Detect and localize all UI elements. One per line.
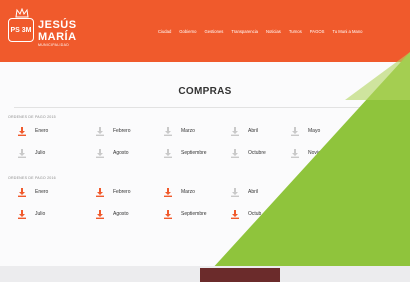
brand-logo[interactable]: JESÚS MARÍA MUNICIPALIDAD bbox=[38, 20, 77, 48]
month-label: Agosto bbox=[113, 211, 129, 217]
download-icon bbox=[18, 148, 26, 158]
month-label: Octubre bbox=[248, 150, 266, 156]
file-row: Enero Febrero Marzo Abril Mayo bbox=[6, 123, 396, 139]
seal-text: PS 3M bbox=[10, 26, 32, 34]
file-row: Julio Agosto Septiembre Octubre Noviem bbox=[6, 145, 396, 161]
download-icon bbox=[164, 187, 172, 197]
month-link[interactable]: Marzo bbox=[164, 123, 195, 139]
browser-screen: PS 3M JESÚS MARÍA MUNICIPALIDAD Ciudad G… bbox=[0, 0, 410, 266]
download-icon bbox=[231, 126, 239, 136]
month-link[interactable]: Marzo bbox=[164, 184, 195, 200]
month-link[interactable]: Noviem bbox=[291, 145, 325, 161]
site-header: PS 3M JESÚS MARÍA MUNICIPALIDAD Ciudad G… bbox=[0, 0, 410, 62]
download-icon bbox=[96, 187, 104, 197]
download-icon bbox=[18, 187, 26, 197]
nav-item-noticias[interactable]: Noticias bbox=[266, 29, 281, 34]
month-label: Marzo bbox=[181, 128, 195, 134]
page-title: COMPRAS bbox=[178, 86, 232, 97]
download-icon bbox=[231, 209, 239, 219]
month-label: Agosto bbox=[113, 150, 129, 156]
month-link[interactable]: Abril bbox=[231, 184, 258, 200]
nav-item-turnos[interactable]: Turnos bbox=[289, 29, 302, 34]
bottom-dark-block bbox=[200, 268, 280, 282]
nav-item-tu-muni-a-mano[interactable]: Tu Muni a Mano bbox=[332, 29, 362, 34]
month-label: Abril bbox=[248, 128, 259, 134]
month-label: Abril bbox=[248, 189, 259, 195]
nav-item-ciudad[interactable]: Ciudad bbox=[158, 29, 171, 34]
file-row: Enero Febrero Marzo Abril bbox=[6, 184, 396, 200]
crown-icon bbox=[15, 8, 29, 18]
month-label: Octub bbox=[248, 211, 262, 217]
download-icon bbox=[231, 148, 239, 158]
month-link[interactable]: Octubre bbox=[231, 145, 266, 161]
nav-item-transparencia[interactable]: Transparencia bbox=[231, 29, 258, 34]
brand-line-1: JESÚS bbox=[38, 19, 77, 31]
month-label: Julio bbox=[35, 150, 46, 156]
download-icon bbox=[164, 126, 172, 136]
brand-line-2: MARÍA bbox=[38, 31, 77, 43]
month-label: Septiembre bbox=[181, 150, 207, 156]
month-link[interactable]: Febrero bbox=[96, 184, 131, 200]
section-label: ORDENES DE PAGO 2016 bbox=[8, 176, 56, 180]
month-label: Enero bbox=[35, 189, 49, 195]
month-label: Mayo bbox=[308, 128, 321, 134]
download-icon bbox=[291, 126, 299, 136]
nav-item-gestiones[interactable]: Gestiones bbox=[205, 29, 224, 34]
download-icon bbox=[96, 126, 104, 136]
month-link[interactable]: Agosto bbox=[96, 145, 129, 161]
brand-line-3: MUNICIPALIDAD bbox=[38, 43, 70, 47]
month-label: Febrero bbox=[113, 128, 131, 134]
file-row: Julio Agosto Septiembre Octub bbox=[6, 206, 396, 222]
download-icon bbox=[231, 187, 239, 197]
month-link[interactable]: Febrero bbox=[96, 123, 131, 139]
nav-item-pagos[interactable]: PAGOS bbox=[310, 29, 325, 34]
download-icon bbox=[164, 209, 172, 219]
download-icon bbox=[96, 148, 104, 158]
month-link[interactable]: Agosto bbox=[96, 206, 129, 222]
section-label: ORDENES DE PAGO 2015 bbox=[8, 115, 56, 119]
download-icon bbox=[96, 209, 104, 219]
month-label: Febrero bbox=[113, 189, 131, 195]
nav-item-gobierno[interactable]: Gobierno bbox=[179, 29, 196, 34]
month-link[interactable]: Septiembre bbox=[164, 206, 207, 222]
municipal-seal[interactable]: PS 3M bbox=[8, 18, 34, 42]
month-label: Septiembre bbox=[181, 211, 207, 217]
download-icon bbox=[18, 209, 26, 219]
month-link[interactable]: Abril bbox=[231, 123, 258, 139]
main-nav: Ciudad Gobierno Gestiones Transparencia … bbox=[158, 29, 363, 34]
month-link[interactable]: Mayo bbox=[291, 123, 320, 139]
month-link[interactable]: Julio bbox=[18, 145, 45, 161]
bottom-strip bbox=[0, 266, 410, 282]
month-label: Noviem bbox=[308, 150, 325, 156]
month-link[interactable]: Enero bbox=[18, 184, 48, 200]
download-icon bbox=[18, 126, 26, 136]
title-divider bbox=[14, 107, 386, 108]
month-link[interactable]: Enero bbox=[18, 123, 48, 139]
month-link[interactable]: Septiembre bbox=[164, 145, 207, 161]
month-label: Marzo bbox=[181, 189, 195, 195]
month-link[interactable]: Octub bbox=[231, 206, 261, 222]
month-label: Enero bbox=[35, 128, 49, 134]
month-label: Julio bbox=[35, 211, 46, 217]
download-icon bbox=[291, 148, 299, 158]
month-link[interactable]: Julio bbox=[18, 206, 45, 222]
download-icon bbox=[164, 148, 172, 158]
